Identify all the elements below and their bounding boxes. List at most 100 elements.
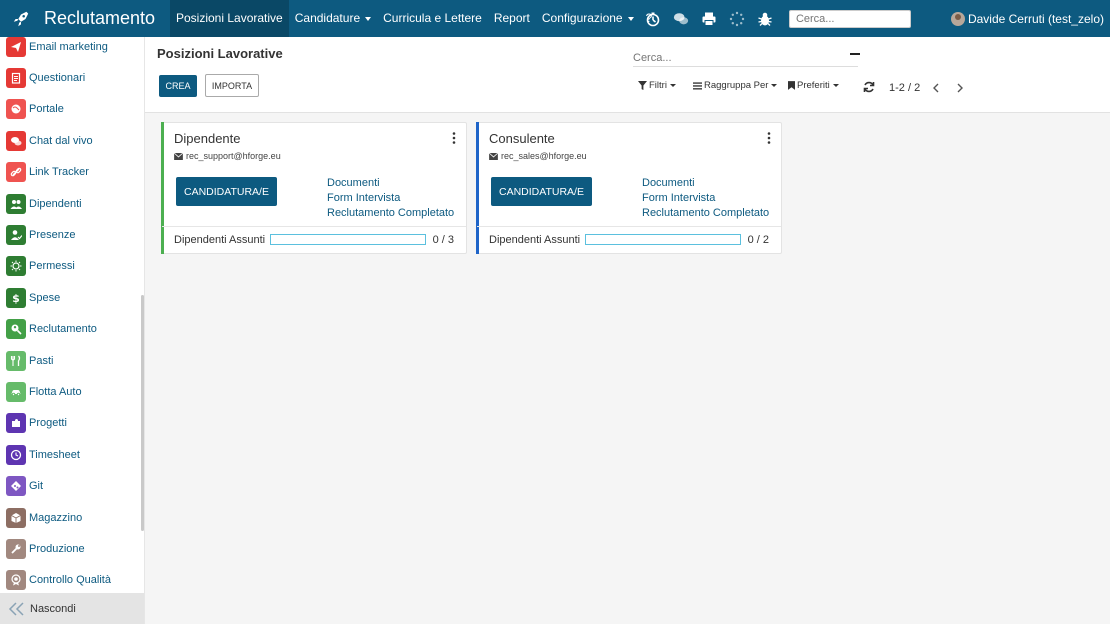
job-email: rec_sales@hforge.eu: [489, 151, 587, 161]
paper-plane-icon: [6, 37, 26, 57]
job-card-consulente[interactable]: Consulente rec_sales@hforge.eu CANDIDATU…: [476, 122, 782, 254]
job-email-text: rec_sales@hforge.eu: [501, 151, 587, 161]
card-divider: [162, 226, 466, 227]
interview-form-link[interactable]: Form Intervista: [327, 191, 454, 206]
sidebar-item-email-marketing[interactable]: Email marketing: [0, 37, 144, 62]
print-icon[interactable]: [695, 0, 723, 37]
rocket-icon: [13, 11, 29, 26]
documents-link[interactable]: Documenti: [642, 176, 769, 191]
job-name[interactable]: Dipendente: [174, 131, 241, 146]
job-email: rec_support@hforge.eu: [174, 151, 281, 161]
sidebar-item-label: Timesheet: [29, 448, 80, 461]
app-brand[interactable]: Reclutamento: [0, 0, 170, 37]
sidebar-item-produzione[interactable]: Produzione: [0, 533, 144, 564]
chevron-right-icon: [957, 83, 963, 93]
sidebar-item-magazzino[interactable]: Magazzino: [0, 502, 144, 533]
sidebar-item-label: Controllo Qualità: [29, 574, 111, 587]
hired-progress-bar: [270, 234, 426, 245]
menu-candidature[interactable]: Candidature: [289, 0, 377, 37]
groupby-dropdown[interactable]: Raggruppa Per: [693, 80, 778, 91]
sidebar-item-label: Flotta Auto: [29, 385, 82, 398]
menu-configurazione[interactable]: Configurazione: [536, 0, 640, 37]
create-button[interactable]: CREA: [159, 75, 197, 97]
sidebar-item-presenze[interactable]: Presenze: [0, 219, 144, 250]
sidebar-item-git[interactable]: Git: [0, 470, 144, 501]
pager-previous-button[interactable]: [931, 82, 941, 94]
sidebar-item-questionari[interactable]: Questionari: [0, 62, 144, 93]
documents-link[interactable]: Documenti: [327, 176, 454, 191]
sidebar-item-label: Reclutamento: [29, 323, 97, 336]
applications-button[interactable]: CANDIDATURA/E: [176, 177, 277, 206]
sidebar-item-label: Dipendenti: [29, 197, 82, 210]
sidebar-item-label: Questionari: [29, 72, 86, 85]
recruitment-done-link[interactable]: Reclutamento Completato: [642, 206, 769, 221]
sidebar-item-progetti[interactable]: Progetti: [0, 408, 144, 439]
page-title: Posizioni Lavorative: [157, 46, 283, 61]
card-kebab-menu-icon[interactable]: [767, 132, 771, 144]
envelope-icon: [489, 152, 498, 160]
job-card-dipendente[interactable]: Dipendente rec_support@hforge.eu CANDIDA…: [161, 122, 467, 254]
svg-text:$: $: [12, 292, 20, 304]
filters-label: Filtri: [649, 80, 667, 91]
filters-dropdown[interactable]: Filtri: [638, 80, 676, 91]
car-icon: [6, 381, 26, 402]
sidebar-item-flotta-auto[interactable]: Flotta Auto: [0, 376, 144, 407]
sidebar-item-controllo-qualit[interactable]: Controllo Qualità: [0, 565, 144, 596]
pager-next-button[interactable]: [955, 82, 965, 94]
sidebar-scrollbar[interactable]: [141, 295, 144, 531]
applications-button[interactable]: CANDIDATURA/E: [491, 177, 592, 206]
apps-sidebar: Email marketing Questionari Portale Chat da…: [0, 37, 145, 624]
sidebar-hide-label: Nascondi: [30, 602, 76, 615]
box-icon: [6, 507, 26, 528]
sidebar-item-label: Link Tracker: [29, 166, 89, 179]
card-color-stripe: [161, 122, 164, 254]
navbar-search-input[interactable]: [788, 9, 911, 28]
card-links: Documenti Form Intervista Reclutamento C…: [642, 176, 769, 221]
chevron-left-icon: [933, 83, 939, 93]
menu-label: Configurazione: [541, 11, 623, 25]
bookmark-icon: [788, 81, 795, 90]
menu-posizioni-lavorative[interactable]: Posizioni Lavorative: [170, 0, 289, 37]
chat-icon[interactable]: [667, 0, 695, 37]
timer-icon[interactable]: [639, 0, 667, 37]
hired-label: Dipendenti Assunti: [489, 234, 581, 246]
favorites-dropdown[interactable]: Preferiti: [788, 80, 839, 91]
clipboard-icon: [6, 68, 26, 89]
sidebar-item-chat-dal-vivo[interactable]: Chat dal vivo: [0, 125, 144, 156]
debug-bug-icon[interactable]: [751, 0, 779, 37]
card-kebab-menu-icon[interactable]: [452, 132, 456, 144]
wrench-icon: [6, 538, 26, 559]
reload-icon[interactable]: [863, 81, 875, 93]
badge-icon: [6, 570, 26, 591]
menu-report[interactable]: Report: [488, 0, 536, 37]
caret-down-icon: [365, 16, 372, 21]
sidebar-item-permessi[interactable]: Permessi: [0, 251, 144, 282]
sidebar-item-timesheet[interactable]: Timesheet: [0, 439, 144, 470]
user-check-icon: [6, 225, 26, 246]
menu-label: Posizioni Lavorative: [176, 11, 283, 25]
clock-icon: [6, 444, 26, 465]
hired-label: Dipendenti Assunti: [174, 234, 266, 246]
search-input[interactable]: [633, 49, 858, 67]
sidebar-item-spese[interactable]: $ Spese: [0, 282, 144, 313]
sidebar-item-link-tracker[interactable]: Link Tracker: [0, 157, 144, 188]
user-menu[interactable]: Davide Cerruti (test_zelo): [950, 11, 1104, 26]
sidebar-item-dipendenti[interactable]: Dipendenti: [0, 188, 144, 219]
sidebar-item-reclutamento[interactable]: Reclutamento: [0, 314, 144, 345]
sidebar-hide-button[interactable]: Nascondi: [0, 593, 144, 624]
chat-bubbles-icon: [6, 130, 26, 151]
sidebar-item-pasti[interactable]: Pasti: [0, 345, 144, 376]
menu-curricula[interactable]: Curricula e Lettere: [377, 0, 488, 37]
pager-value[interactable]: 1-2 / 2: [889, 82, 920, 94]
sidebar-item-label: Magazzino: [29, 511, 83, 524]
job-name[interactable]: Consulente: [489, 131, 555, 146]
card-links: Documenti Form Intervista Reclutamento C…: [327, 176, 454, 221]
avatar: [950, 11, 965, 26]
search-collapse-icon[interactable]: [850, 53, 860, 55]
sidebar-item-label: Progetti: [29, 417, 67, 430]
import-button[interactable]: IMPORTA: [205, 74, 259, 97]
caret-down-icon: [669, 84, 676, 87]
interview-form-link[interactable]: Form Intervista: [642, 191, 769, 206]
sidebar-item-portale[interactable]: Portale: [0, 94, 144, 125]
recruitment-done-link[interactable]: Reclutamento Completato: [327, 206, 454, 221]
